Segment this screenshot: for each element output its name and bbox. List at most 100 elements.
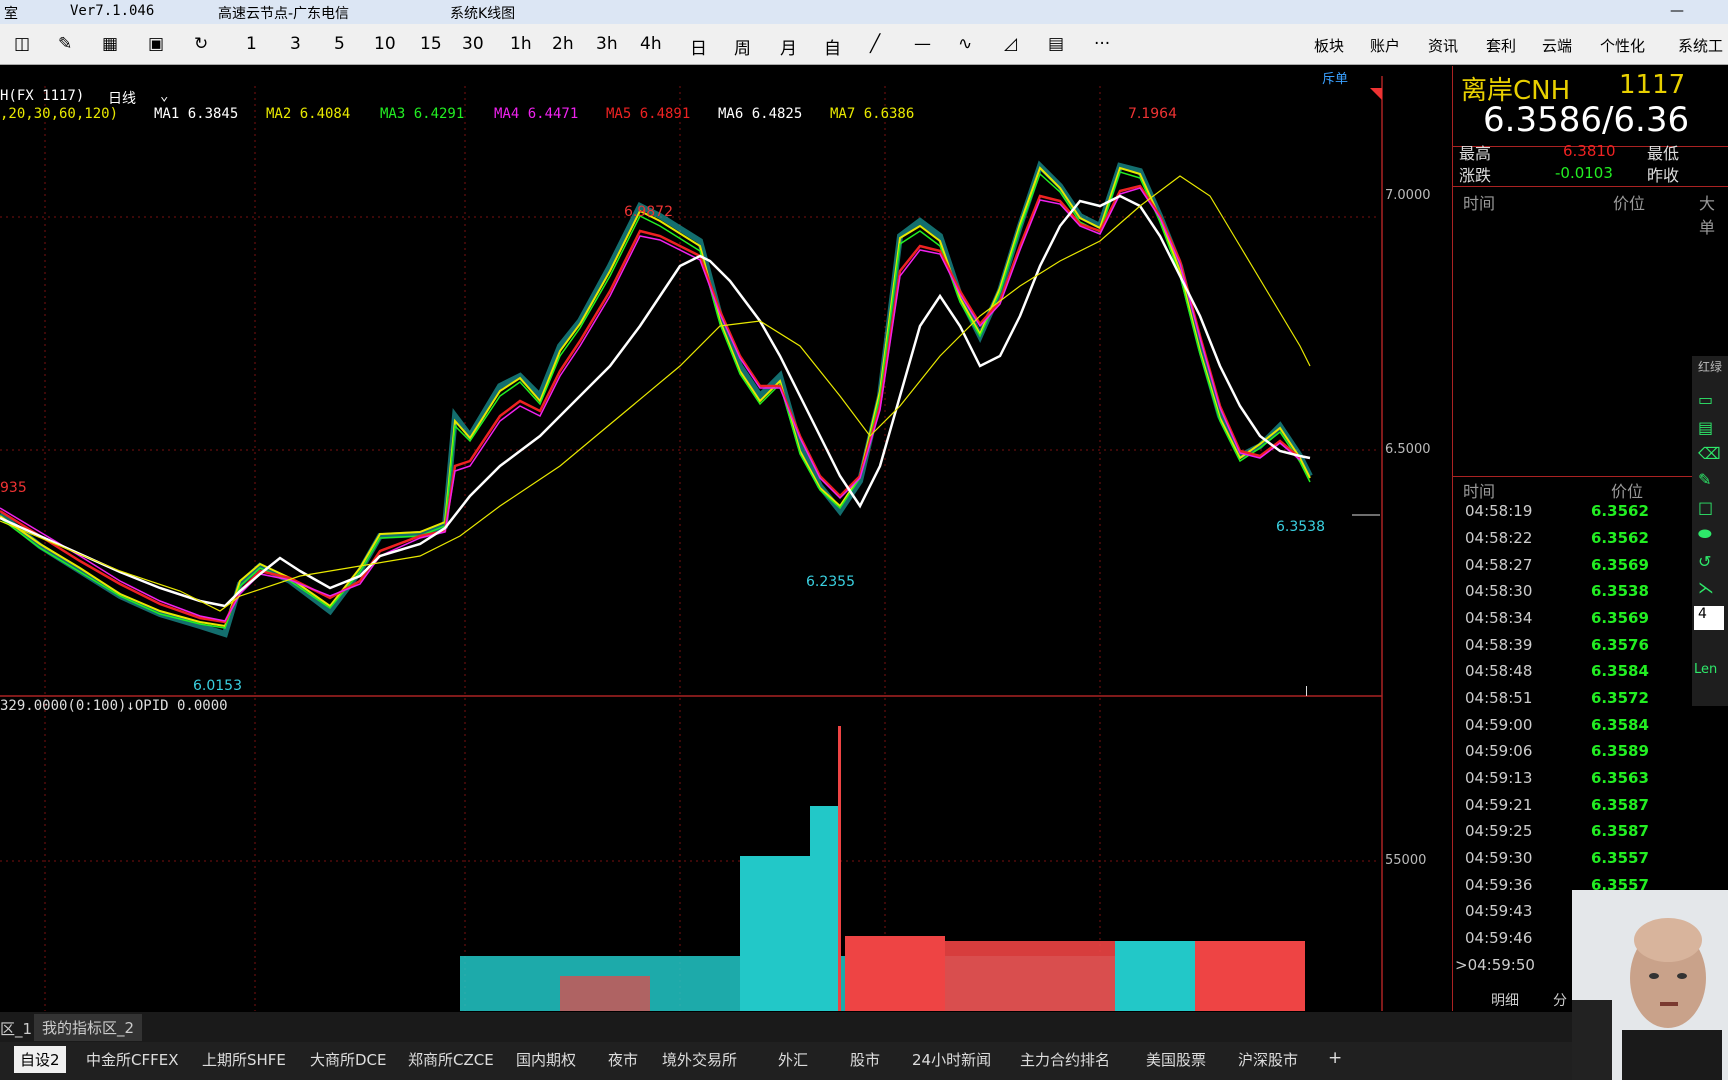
sub-indicator-label: 329.0000(0:100)↓OPID 0.0000 (0, 698, 228, 714)
price-axis-7: 7.0000 (1385, 188, 1431, 203)
menu-account[interactable]: 账户 (1370, 35, 1400, 56)
tab-stock-market[interactable]: 股市 (850, 1049, 880, 1070)
pencil-icon[interactable]: ✎ (1698, 470, 1711, 489)
tick-row: 04:58:27 6.3569 (1465, 556, 1649, 574)
drawing-toolbar: 红绿 ▭ ▤ ⌫ ✎ □ ⬬ ↺ ⋋ 4 Len (1692, 356, 1728, 706)
tab-indicator-2[interactable]: 我的指标区_2 (34, 1014, 143, 1041)
title-bar: 室 Ver7.1.046 高速云节点-广东电信 系统K线图 — (0, 0, 1728, 24)
period-3h[interactable]: 3h (596, 34, 618, 54)
tick-row: 04:58:39 6.3576 (1465, 636, 1649, 654)
menu-cloud[interactable]: 云端 (1542, 35, 1572, 56)
ma7-label: MA7 6.6386 (830, 106, 915, 122)
draw-icon[interactable]: ✎ (58, 34, 72, 54)
quote-panel: 离岸CNH 1117 6.3586/6.36 最高 6.3810 最低 涨跌 -… (1452, 66, 1728, 1011)
menu-news[interactable]: 资讯 (1428, 35, 1458, 56)
add-tab-button[interactable]: + (1328, 1048, 1342, 1068)
tab-dce[interactable]: 大商所DCE (310, 1049, 387, 1070)
tab-custom2[interactable]: 自设2 (14, 1046, 66, 1073)
minimize-button[interactable]: — (1670, 3, 1684, 19)
ellipse-icon[interactable]: ⬬ (1698, 524, 1712, 544)
line-tool-icon[interactable]: ╱ (870, 34, 880, 54)
indicator-tabs: 区_1 我的指标区_2 (0, 1012, 1728, 1042)
tab-us-stocks[interactable]: 美国股票 (1146, 1049, 1206, 1070)
period-10[interactable]: 10 (374, 34, 396, 54)
tab-overseas[interactable]: 境外交易所 (662, 1049, 737, 1070)
tab-shfe[interactable]: 上期所SHFE (202, 1049, 286, 1070)
triangle-tool-icon[interactable]: ◿ (1004, 34, 1017, 54)
tab-hs-stocks[interactable]: 沪深股市 (1238, 1049, 1298, 1070)
period-week[interactable]: 周 (734, 34, 751, 59)
tab-main-contract-rank[interactable]: 主力合约排名 (1020, 1049, 1110, 1070)
chart-canvas[interactable] (0, 66, 1385, 1011)
eraser-icon[interactable]: ⌫ (1698, 444, 1721, 463)
wave-tool-icon[interactable]: ∿ (958, 34, 972, 54)
hline-tool-icon[interactable]: — (914, 34, 931, 54)
presenter-image (1572, 890, 1728, 1080)
tab-cffex[interactable]: 中金所CFFEX (86, 1049, 178, 1070)
tick-row: 04:59:06 6.3589 (1465, 742, 1649, 760)
period-2h[interactable]: 2h (552, 34, 574, 54)
color-label[interactable]: 红绿 (1698, 358, 1722, 375)
tab-indicator-1[interactable]: 区_1 (0, 1018, 32, 1039)
tab-czce[interactable]: 郑商所CZCE (408, 1049, 494, 1070)
tab-24h-news[interactable]: 24小时新闻 (912, 1049, 991, 1070)
period-15[interactable]: 15 (420, 34, 442, 54)
annotation-low-6-0153: 6.0153 (193, 678, 242, 694)
rectangle-icon[interactable]: □ (1698, 498, 1713, 517)
ma5-label: MA5 6.4891 (606, 106, 691, 122)
ticks-header-price: 价位 (1611, 482, 1644, 501)
period-day[interactable]: 日 (690, 34, 707, 59)
prev-close-label: 昨收 (1647, 166, 1680, 185)
tick-row: 04:58:22 6.3562 (1465, 529, 1649, 547)
menu-arbitrage[interactable]: 套利 (1486, 35, 1516, 56)
period-select[interactable]: 日线 (108, 88, 136, 108)
tick-row: 04:59:21 6.3587 (1465, 796, 1649, 814)
split-icon[interactable]: ◫ (14, 34, 30, 54)
tick-row: 04:58:51 6.3572 (1465, 689, 1649, 707)
tick-row: 04:59:00 6.3584 (1465, 716, 1649, 734)
refresh-icon[interactable]: ↻ (194, 34, 208, 54)
tab-detail[interactable]: 明细 (1491, 990, 1519, 1010)
symbol-label: H(FX 1117) (0, 88, 85, 104)
period-1h[interactable]: 1h (510, 34, 532, 54)
tab-forex[interactable]: 外汇 (778, 1049, 808, 1070)
annotation-low-6-2355: 6.2355 (806, 574, 855, 590)
grid-tool-icon[interactable]: ▤ (1048, 34, 1064, 54)
period-custom[interactable]: 自 (824, 34, 841, 59)
order-icon[interactable]: ▦ (102, 34, 118, 54)
tab-other[interactable]: 分 (1553, 990, 1567, 1010)
quote-price: 6.3586/6.36 (1483, 100, 1690, 140)
folder-icon[interactable]: ▭ (1698, 390, 1713, 409)
col-big: 大单 (1699, 194, 1716, 237)
annotation-last-6-3538: 6.3538 (1276, 519, 1325, 535)
quote-code: 1117 (1619, 70, 1686, 100)
period-chevron-icon[interactable]: ⌄ (160, 88, 168, 104)
tab-night-market[interactable]: 夜市 (608, 1049, 638, 1070)
corner-label[interactable]: 斥单 (1322, 68, 1348, 87)
menu-personalize[interactable]: 个性化 (1600, 35, 1645, 56)
period-5[interactable]: 5 (334, 34, 345, 54)
size-input[interactable]: 4 (1694, 606, 1724, 630)
length-label: Len (1694, 662, 1718, 677)
menu-system[interactable]: 系统工 (1678, 35, 1723, 56)
period-30[interactable]: 30 (462, 34, 484, 54)
annotation-high-6-9872: 6.9872 (624, 204, 673, 220)
menu-sector[interactable]: 板块 (1314, 35, 1344, 56)
save-icon[interactable]: ▣ (148, 34, 164, 54)
tick-row: 04:58:30 6.3538 (1465, 582, 1649, 600)
tab-domestic-options[interactable]: 国内期权 (516, 1049, 576, 1070)
save-tool-icon[interactable]: ▤ (1698, 418, 1713, 437)
period-month[interactable]: 月 (780, 34, 797, 59)
period-1[interactable]: 1 (246, 34, 257, 54)
undo-icon[interactable]: ↺ (1698, 552, 1711, 571)
price-axis-65: 6.5000 (1385, 442, 1431, 457)
line-icon[interactable]: ⋋ (1698, 578, 1714, 597)
tick-row: 04:59:30 6.3557 (1465, 849, 1649, 867)
ma-params: ,20,30,60,120) (0, 106, 119, 122)
kline-chart[interactable]: H(FX 1117) 日线 ⌄ ,20,30,60,120) MA1 6.384… (0, 66, 1431, 1011)
market-tabs: 自设2 中金所CFFEX 上期所SHFE 大商所DCE 郑商所CZCE 国内期权… (0, 1042, 1728, 1080)
more-button[interactable]: ··· (1094, 34, 1110, 54)
period-4h[interactable]: 4h (640, 34, 662, 54)
change-value: -0.0103 (1555, 164, 1613, 182)
period-3[interactable]: 3 (290, 34, 301, 54)
